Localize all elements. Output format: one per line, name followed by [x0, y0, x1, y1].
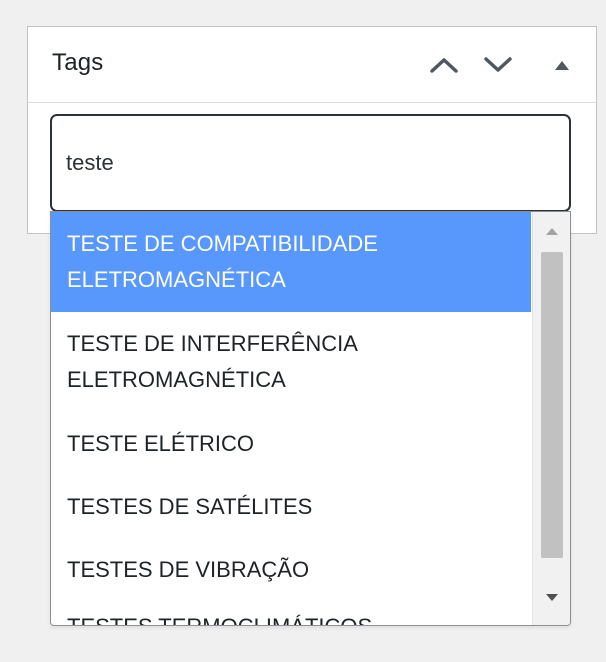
suggestion-item[interactable]: TESTES DE VIBRAÇÃO [51, 538, 531, 601]
move-up-button[interactable] [426, 47, 462, 83]
suggestion-text: TESTES DE SATÉLITES [67, 493, 313, 519]
dropdown-scrollbar[interactable] [532, 212, 570, 625]
scrollbar-thumb[interactable] [541, 252, 563, 558]
suggestion-item[interactable]: TESTE ELÉTRICO [51, 412, 531, 475]
suggestion-text: TESTES DE VIBRAÇÃO [67, 556, 310, 582]
suggestion-item[interactable]: TESTES DE SATÉLITES [51, 475, 531, 538]
suggestion-text: TESTE ELÉTRICO [67, 430, 255, 456]
panel-title: Tags [52, 49, 104, 76]
suggestion-item[interactable]: TESTE DE INTERFERÊNCIA ELETROMAGNÉTICA [51, 312, 531, 412]
suggestion-text-line1: TESTE DE COMPATIBILIDADE [67, 231, 378, 256]
toggle-panel-button[interactable] [544, 47, 580, 83]
scroll-down-arrow-icon [545, 594, 558, 601]
suggestion-item[interactable]: TESTES TERMOCLIMÁTICOS [51, 601, 531, 625]
suggestion-text-line2: ELETROMAGNÉTICA [67, 367, 286, 392]
scroll-up-button[interactable] [533, 218, 570, 244]
suggestion-list: TESTE DE COMPATIBILIDADE ELETROMAGNÉTICA… [51, 212, 531, 625]
chevron-up-icon [430, 58, 458, 73]
suggestion-text-line2: ELETROMAGNÉTICA [67, 267, 286, 292]
caret-up-icon [555, 61, 569, 70]
tags-panel-header: Tags [28, 27, 596, 103]
tag-suggestions-dropdown: TESTE DE COMPATIBILIDADE ELETROMAGNÉTICA… [50, 211, 571, 626]
tag-search-input[interactable] [50, 114, 571, 212]
move-down-button[interactable] [480, 47, 516, 83]
scroll-down-button[interactable] [533, 585, 570, 611]
suggestion-text: TESTES TERMOCLIMÁTICOS [67, 609, 372, 625]
suggestion-item[interactable]: TESTE DE COMPATIBILIDADE ELETROMAGNÉTICA [51, 212, 531, 312]
scroll-up-arrow-icon [545, 228, 558, 235]
suggestion-text-line1: TESTE DE INTERFERÊNCIA [67, 331, 358, 356]
chevron-down-icon [484, 57, 512, 72]
